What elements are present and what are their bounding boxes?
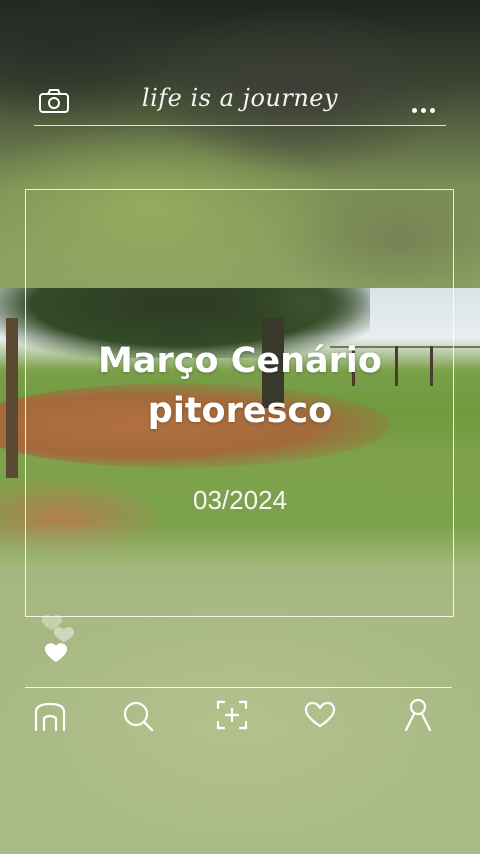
add-icon[interactable] xyxy=(214,696,250,736)
post-headline: Março Cenário pitoresco xyxy=(98,341,382,431)
post-date: 03/2024 xyxy=(193,485,287,515)
header-divider xyxy=(34,125,446,126)
header: life is a journey xyxy=(0,72,480,128)
app-title: life is a journey xyxy=(141,84,339,112)
hearts-icon[interactable] xyxy=(40,612,84,668)
nav-divider xyxy=(25,687,452,688)
bottom-nav xyxy=(0,696,480,740)
search-icon[interactable] xyxy=(120,696,156,736)
heart-icon[interactable] xyxy=(302,696,338,736)
more-icon[interactable] xyxy=(412,98,442,113)
home-icon[interactable] xyxy=(32,696,68,736)
profile-icon[interactable] xyxy=(400,696,436,736)
